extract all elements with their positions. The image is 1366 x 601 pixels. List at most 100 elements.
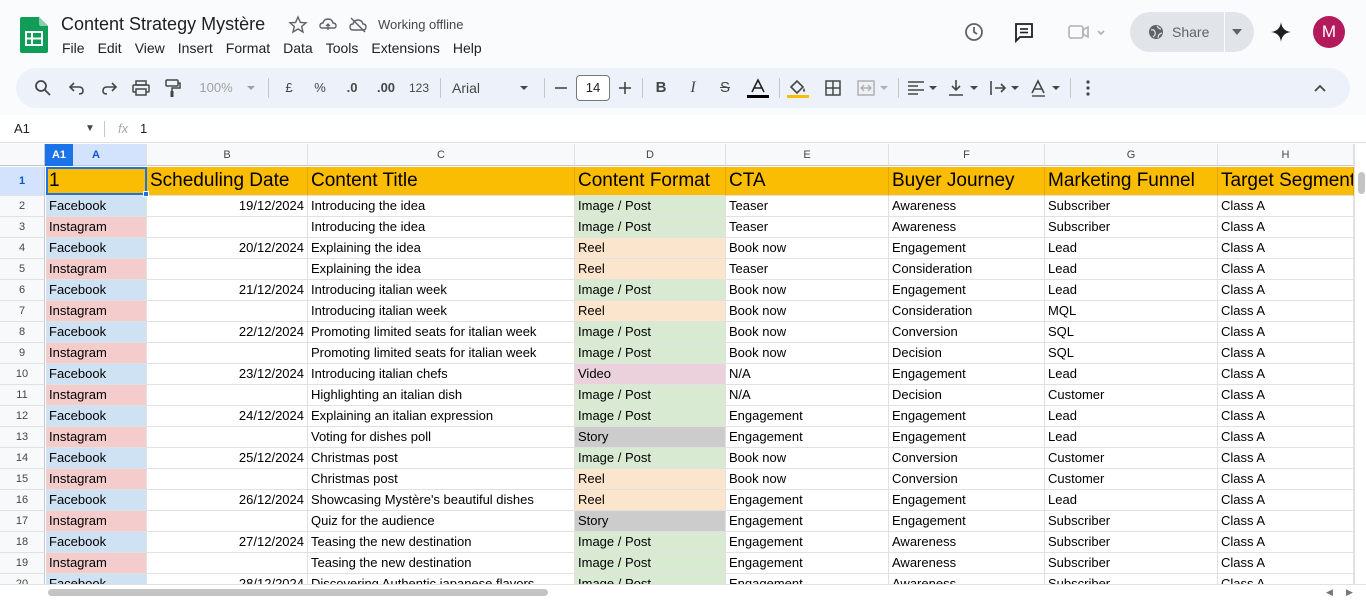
cell-g17[interactable]: Subscriber [1045, 511, 1218, 532]
cell-g16[interactable]: Lead [1045, 490, 1218, 511]
cell-h11[interactable]: Class A [1218, 385, 1354, 406]
cell-a4[interactable]: Facebook [46, 238, 147, 259]
cell-e13[interactable]: Engagement [726, 427, 889, 448]
cell-h8[interactable]: Class A [1218, 322, 1354, 343]
redo-icon[interactable] [100, 78, 118, 98]
cell-f11[interactable]: Decision [889, 385, 1045, 406]
cell-f4[interactable]: Engagement [889, 238, 1045, 259]
cell-b11[interactable] [147, 385, 308, 406]
horizontal-scroll-thumb[interactable] [48, 589, 548, 596]
cell-f6[interactable]: Engagement [889, 280, 1045, 301]
vertical-align-icon[interactable] [947, 78, 981, 98]
cell-d5[interactable]: Reel [575, 259, 726, 280]
cell-h15[interactable]: Class A [1218, 469, 1354, 490]
cell-d20[interactable]: Image / Post [575, 574, 726, 584]
cell-f10[interactable]: Engagement [889, 364, 1045, 385]
cell-h16[interactable]: Class A [1218, 490, 1354, 511]
cell-d17[interactable]: Story [575, 511, 726, 532]
cell-d6[interactable]: Image / Post [575, 280, 726, 301]
italic-icon[interactable]: I [685, 78, 701, 98]
column-header-h[interactable]: H [1218, 144, 1354, 166]
row-header-9[interactable]: 9 [0, 343, 45, 364]
paint-format-icon[interactable] [163, 78, 181, 98]
cell-c19[interactable]: Teasing the new destination [308, 553, 575, 574]
horizontal-align-icon[interactable] [906, 78, 940, 98]
row-header-3[interactable]: 3 [0, 217, 45, 238]
row-header-2[interactable]: 2 [0, 196, 45, 217]
cell-e14[interactable]: Book now [726, 448, 889, 469]
column-header-g[interactable]: G [1045, 144, 1218, 166]
cell-h17[interactable]: Class A [1218, 511, 1354, 532]
cell-g11[interactable]: Customer [1045, 385, 1218, 406]
menu-tools[interactable]: Tools [326, 40, 359, 56]
cell-a9[interactable]: Instagram [46, 343, 147, 364]
cell-a7[interactable]: Instagram [46, 301, 147, 322]
cell-e18[interactable]: Engagement [726, 532, 889, 553]
cell-e12[interactable]: Engagement [726, 406, 889, 427]
cell-h5[interactable]: Class A [1218, 259, 1354, 280]
column-header-d[interactable]: D [575, 144, 726, 166]
document-title[interactable]: Content Strategy Mystère [61, 14, 265, 35]
undo-icon[interactable] [68, 78, 86, 98]
cell-g14[interactable]: Customer [1045, 448, 1218, 469]
cell-g5[interactable]: Lead [1045, 259, 1218, 280]
cell-d2[interactable]: Image / Post [575, 196, 726, 217]
menu-format[interactable]: Format [226, 40, 270, 56]
cell-a5[interactable]: Instagram [46, 259, 147, 280]
cell-e10[interactable]: N/A [726, 364, 889, 385]
cell-h6[interactable]: Class A [1218, 280, 1354, 301]
cell-d15[interactable]: Reel [575, 469, 726, 490]
cell-f19[interactable]: Awareness [889, 553, 1045, 574]
cell-f7[interactable]: Consideration [889, 301, 1045, 322]
search-icon[interactable] [34, 78, 52, 98]
cell-f5[interactable]: Consideration [889, 259, 1045, 280]
cell-b5[interactable] [147, 259, 308, 280]
cell-h9[interactable]: Class A [1218, 343, 1354, 364]
cell-a2[interactable]: Facebook [46, 196, 147, 217]
cell-b19[interactable] [147, 553, 308, 574]
header-cell-e[interactable]: CTA [726, 167, 889, 196]
cell-c12[interactable]: Explaining an italian expression [308, 406, 575, 427]
cell-g15[interactable]: Customer [1045, 469, 1218, 490]
cell-c10[interactable]: Introducing italian chefs [308, 364, 575, 385]
print-icon[interactable] [132, 78, 150, 98]
name-box[interactable]: A1 [14, 121, 30, 136]
column-header-e[interactable]: E [726, 144, 889, 166]
cell-a16[interactable]: Facebook [46, 490, 147, 511]
zoom-chevron-icon[interactable] [246, 78, 256, 98]
cell-e15[interactable]: Book now [726, 469, 889, 490]
row-header-19[interactable]: 19 [0, 553, 45, 574]
offline-cloud-icon[interactable] [348, 15, 368, 35]
cell-h3[interactable]: Class A [1218, 217, 1354, 238]
collapse-toolbar-icon[interactable] [1312, 78, 1328, 98]
cell-g12[interactable]: Lead [1045, 406, 1218, 427]
cell-d3[interactable]: Image / Post [575, 217, 726, 238]
cell-f20[interactable]: Awareness [889, 574, 1045, 584]
cell-c4[interactable]: Explaining the idea [308, 238, 575, 259]
cell-b18[interactable]: 27/12/2024 [147, 532, 308, 553]
cell-d10[interactable]: Video [575, 364, 726, 385]
cell-c13[interactable]: Voting for dishes poll [308, 427, 575, 448]
number-format-button[interactable]: 123 [407, 78, 431, 98]
cell-g7[interactable]: MQL [1045, 301, 1218, 322]
bold-icon[interactable]: B [653, 78, 669, 98]
cell-e19[interactable]: Engagement [726, 553, 889, 574]
cell-a18[interactable]: Facebook [46, 532, 147, 553]
sheets-logo-icon[interactable] [20, 17, 48, 53]
cell-a13[interactable]: Instagram [46, 427, 147, 448]
cell-b2[interactable]: 19/12/2024 [147, 196, 308, 217]
font-size-input[interactable]: 14 [576, 75, 610, 101]
row-header-6[interactable]: 6 [0, 280, 45, 301]
row-header-14[interactable]: 14 [0, 448, 45, 469]
cell-c3[interactable]: Introducing the idea [308, 217, 575, 238]
column-header-f[interactable]: F [889, 144, 1045, 166]
scroll-right-icon[interactable]: ▶ [1346, 587, 1353, 598]
cell-d12[interactable]: Image / Post [575, 406, 726, 427]
cell-d14[interactable]: Image / Post [575, 448, 726, 469]
cell-a20[interactable]: Facebook [46, 574, 147, 584]
merge-cells-icon[interactable] [856, 78, 892, 98]
cell-a15[interactable]: Instagram [46, 469, 147, 490]
cell-c6[interactable]: Introducing italian week [308, 280, 575, 301]
cell-c2[interactable]: Introducing the idea [308, 196, 575, 217]
menu-extensions[interactable]: Extensions [371, 40, 439, 56]
